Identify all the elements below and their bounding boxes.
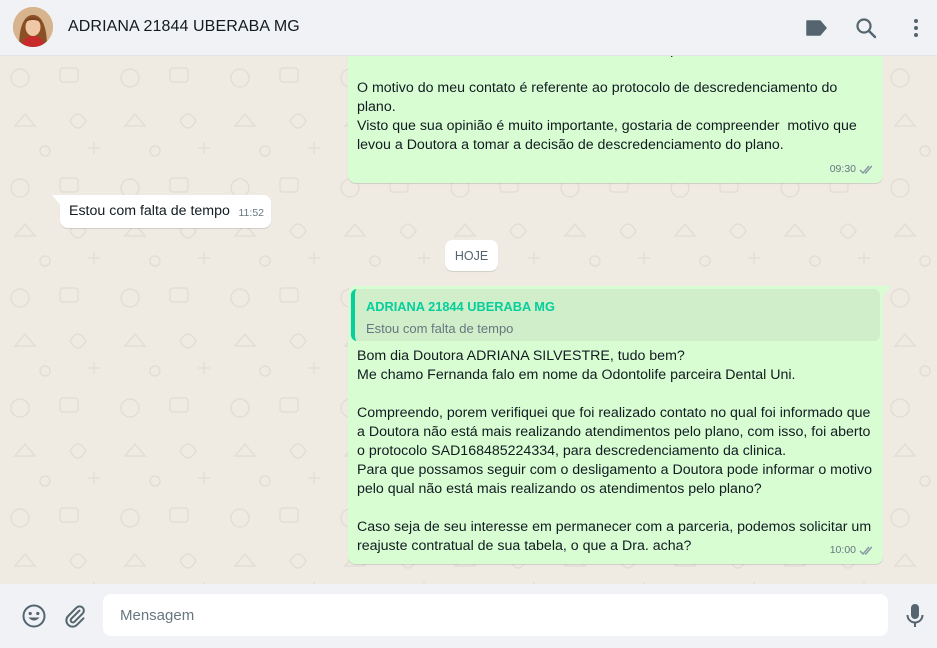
message-text: Me chamo Fernanda falo em nome da Odonto… [357, 56, 857, 153]
message-input[interactable] [103, 594, 888, 636]
quoted-message[interactable]: ADRIANA 21844 UBERABA MG Estou com falta… [351, 289, 880, 341]
message-meta: 09:30 [830, 160, 875, 179]
message-bubble-incoming[interactable]: Estou com falta de tempo 11:52 [60, 195, 271, 228]
day-divider: HOJE [445, 240, 498, 271]
message-time: 09:30 [829, 163, 856, 175]
contact-name[interactable]: ADRIANA 21844 UBERABA MG [68, 18, 300, 36]
chat-header: ADRIANA 21844 UBERABA MG [0, 0, 937, 56]
double-check-icon [859, 546, 873, 556]
double-check-icon [859, 165, 873, 175]
message-time: 11:52 [238, 207, 265, 219]
message-bubble-outgoing[interactable]: ADRIANA 21844 UBERABA MG Estou com falta… [348, 286, 883, 564]
composer-bar [0, 584, 937, 648]
microphone-icon[interactable] [902, 603, 928, 629]
quoted-author: ADRIANA 21844 UBERABA MG [366, 299, 555, 314]
attach-icon[interactable] [62, 603, 88, 629]
label-icon[interactable] [804, 16, 828, 40]
message-bubble-outgoing[interactable]: Me chamo Fernanda falo em nome da Odonto… [348, 56, 883, 183]
message-meta: 10:00 [830, 541, 875, 560]
chat-area[interactable]: Me chamo Fernanda falo em nome da Odonto… [0, 56, 937, 584]
emoji-icon[interactable] [21, 603, 47, 629]
message-time: 10:00 [829, 544, 856, 556]
search-icon[interactable] [854, 16, 878, 40]
avatar[interactable] [13, 7, 53, 47]
message-text: Bom dia Doutora ADRIANA SILVESTRE, tudo … [357, 348, 872, 554]
menu-icon[interactable] [904, 16, 928, 40]
message-text: Estou com falta de tempo [69, 203, 230, 219]
quoted-text: Estou com falta de tempo [366, 321, 514, 336]
message-meta: 11:52 [239, 204, 265, 223]
